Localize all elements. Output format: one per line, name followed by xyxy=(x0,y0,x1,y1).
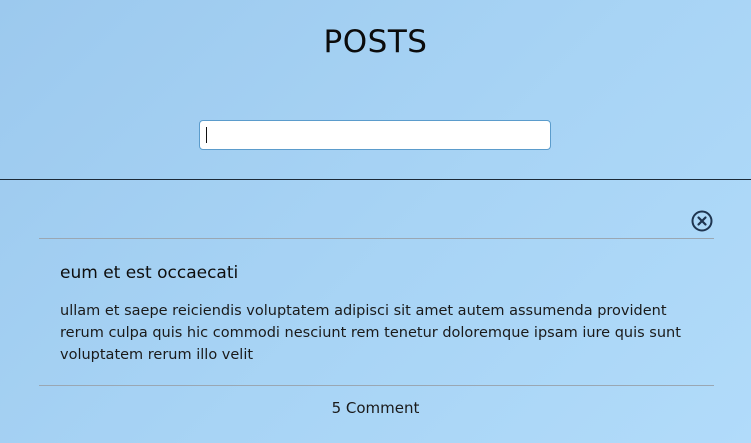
page-title: POSTS xyxy=(323,24,428,60)
close-button[interactable] xyxy=(691,210,713,232)
post-title: eum et est occaecati xyxy=(60,263,239,283)
search-input[interactable] xyxy=(199,120,551,150)
card-top-divider xyxy=(39,238,714,239)
close-circle-icon xyxy=(691,210,713,232)
post-body: ullam et saepe reiciendis voluptatem adi… xyxy=(60,303,681,363)
header-divider xyxy=(0,179,751,180)
card-bottom-divider xyxy=(39,385,714,386)
comments-link[interactable]: 5 Comment xyxy=(0,399,751,417)
text-cursor xyxy=(206,127,207,143)
